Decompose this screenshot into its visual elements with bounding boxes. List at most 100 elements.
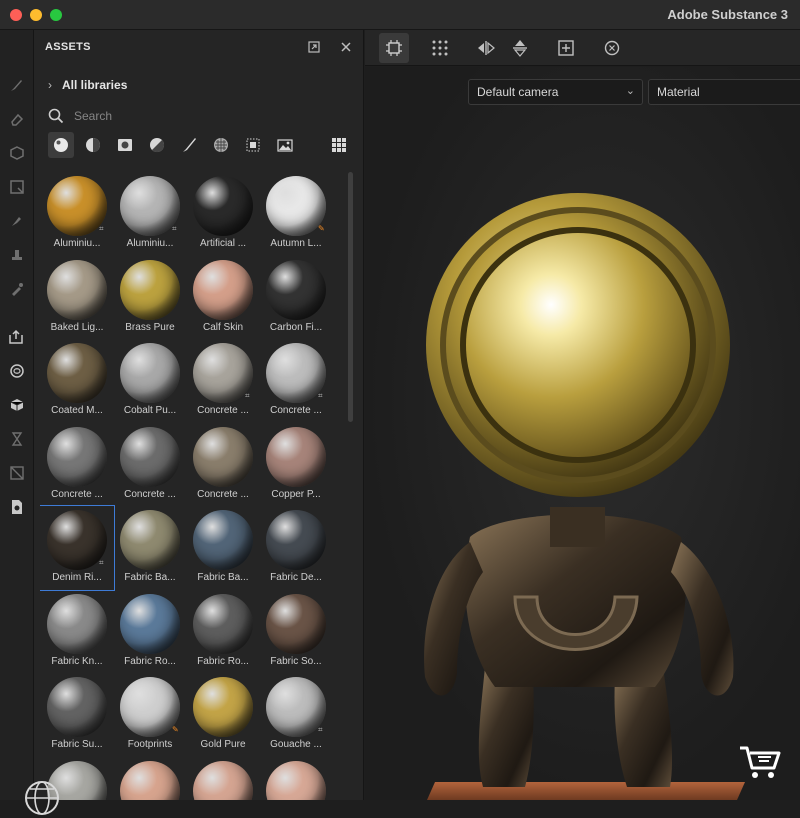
material-thumbnail [120,593,180,654]
edit-badge-icon: ✎ [172,725,179,734]
material-tile[interactable]: Fabric De... [259,506,333,590]
material-tile[interactable]: ⌗ Aluminiu... [40,172,114,256]
material-label: Autumn L... [270,238,322,249]
material-thumbnail [266,343,326,403]
material-label: Aluminiu... [53,238,101,249]
symmetry-horizontal-icon[interactable] [471,33,501,63]
eraser-tool-icon[interactable] [6,108,28,130]
3d-viewport[interactable]: Default camera ⌄ Material [365,67,800,800]
material-tile[interactable]: Concrete ... [186,423,260,507]
reset-view-icon[interactable] [597,33,627,63]
material-tile[interactable]: Fabric Su... [40,673,114,757]
material-tile[interactable]: Concrete ... [40,423,114,507]
material-label: Copper P... [271,488,321,500]
filter-smart-materials-icon[interactable] [80,132,106,158]
material-tile[interactable] [259,757,333,800]
material-tile[interactable]: ⌗ Aluminiu... [113,172,187,256]
filter-masks-icon[interactable] [144,132,170,158]
minimize-window-button[interactable] [30,9,42,21]
material-label: Artificial ... [199,238,247,249]
dot-grid-icon[interactable] [425,33,455,63]
viewport-toolbar [365,30,800,66]
material-tile[interactable]: Artificial ... [186,172,260,256]
filter-brushes-icon[interactable] [176,132,202,158]
asset-type-filters [46,130,356,160]
material-tile[interactable]: Fabric Ro... [113,590,187,674]
material-tile[interactable]: Fabric Kn... [40,590,114,674]
material-tile[interactable]: Calf Skin [186,256,260,340]
material-tile[interactable]: ⌗ Denim Ri... [40,505,115,591]
search-input[interactable] [74,109,314,123]
projection-tool-icon[interactable] [6,142,28,164]
filter-patterns-icon[interactable] [208,132,234,158]
material-thumbnail [193,176,253,236]
material-thumbnail [47,677,107,737]
material-tile[interactable]: Cobalt Pu... [113,339,187,423]
material-tile[interactable]: Fabric Ba... [113,506,187,590]
material-tile[interactable]: Concrete ... [113,423,187,507]
material-thumbnail [193,593,253,654]
uv-layout-icon[interactable] [6,462,28,484]
material-tile[interactable]: Fabric Ro... [186,590,260,674]
material-tile[interactable]: Gold Pure [186,673,260,757]
material-thumbnail [266,259,326,320]
clone-stamp-tool-icon[interactable] [6,244,28,266]
substance-badge-icon: ⌗ [172,224,177,233]
filter-filters-icon[interactable] [240,132,266,158]
history-icon[interactable] [6,428,28,450]
material-tile[interactable]: Copper P... [259,423,333,507]
zoom-window-button[interactable] [50,9,62,21]
material-tile[interactable]: Baked Lig... [40,256,114,340]
substance-badge-icon: ⌗ [99,224,104,233]
material-tile[interactable]: Coated M... [40,339,114,423]
close-window-button[interactable] [10,9,22,21]
material-tile[interactable]: Carbon Fi... [259,256,333,340]
symmetry-vertical-icon[interactable] [505,33,535,63]
edit-badge-icon: ✎ [318,224,325,233]
scrollbar-thumb[interactable] [348,172,353,422]
material-tile[interactable] [186,757,260,800]
substance-icon[interactable] [6,360,28,382]
substance-badge-icon: ⌗ [318,725,323,734]
close-icon[interactable] [338,39,354,55]
material-tile[interactable]: Fabric So... [259,590,333,674]
material-thumbnail [47,259,107,320]
frame-icon[interactable] [379,33,409,63]
material-tile[interactable]: Fabric Ba... [186,506,260,590]
material-thumbnail [47,426,107,487]
document-icon[interactable] [6,496,28,518]
filter-textures-icon[interactable] [112,132,138,158]
color-picker-tool-icon[interactable] [6,278,28,300]
material-label: Footprints [127,739,173,750]
library-selector[interactable]: › All libraries [48,76,127,94]
material-tile[interactable]: ⌗ Gouache ... [259,673,333,757]
material-box-icon[interactable] [6,394,28,416]
brush-tool-icon[interactable] [6,74,28,96]
filter-environments-icon[interactable] [272,132,298,158]
material-tile[interactable]: Brass Pure [113,256,187,340]
material-label: Fabric Kn... [51,655,103,667]
material-tile[interactable] [113,757,187,800]
smudge-tool-icon[interactable] [6,210,28,232]
material-label: Baked Lig... [50,321,104,333]
material-label: Fabric So... [270,655,322,667]
material-label: Carbon Fi... [269,321,323,333]
material-tile[interactable]: ✎ Footprints [113,673,187,757]
material-label: Cobalt Pu... [123,405,177,416]
polygon-fill-tool-icon[interactable] [6,176,28,198]
material-label: Fabric De... [270,572,322,583]
material-tile[interactable]: ⌗ Concrete ... [259,339,333,423]
material-tile[interactable]: ⌗ Concrete ... [186,339,260,423]
undock-panel-icon[interactable] [306,39,322,55]
globe-icon [25,781,59,815]
material-tile[interactable]: ✎ Autumn L... [259,172,333,256]
add-frame-icon[interactable] [551,33,581,63]
material-label: Fabric Ba... [197,572,249,583]
grid-view-icon[interactable] [326,132,352,158]
material-label: Concrete ... [270,405,322,416]
export-icon[interactable] [6,326,28,348]
material-thumbnail [266,176,326,236]
material-label: Aluminiu... [126,238,174,249]
assets-scrollbar[interactable] [346,172,354,800]
filter-materials-icon[interactable] [48,132,74,158]
